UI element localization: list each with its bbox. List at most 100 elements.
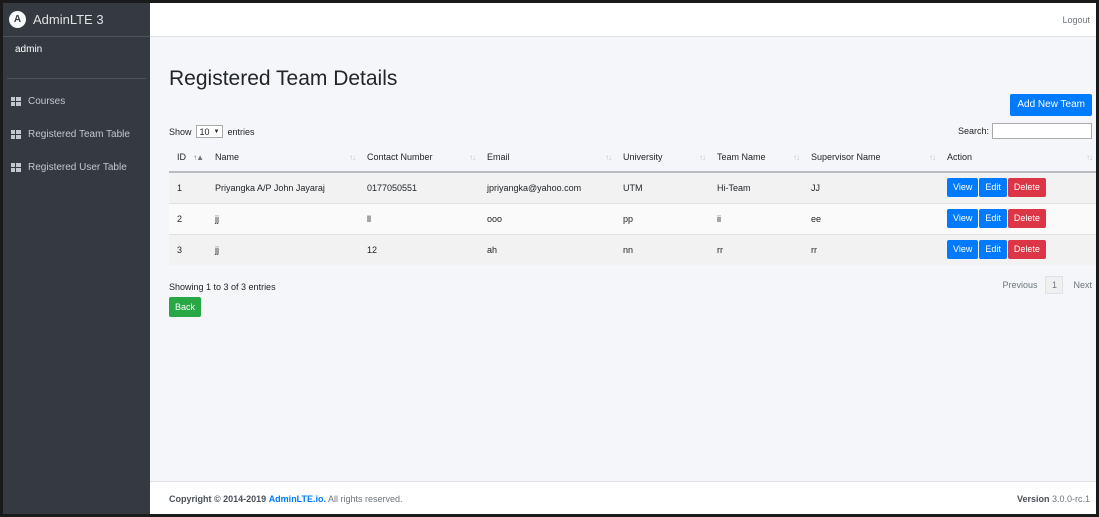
cell-name: jj bbox=[207, 233, 359, 265]
rights-text: All rights reserved. bbox=[328, 494, 403, 504]
cell-university: pp bbox=[615, 202, 709, 234]
search-input[interactable] bbox=[992, 123, 1092, 139]
cell-name: Priyangka A/P John Jayaraj bbox=[215, 182, 325, 193]
sidebar-item-registered-user-table[interactable]: Registered User Table bbox=[3, 151, 150, 184]
length-control: Show 10 ▼ entries bbox=[169, 125, 255, 138]
copyright-text: Copyright © 2014-2019 bbox=[169, 494, 267, 504]
cell-actions: View Edit Delete bbox=[939, 202, 1096, 234]
sidebar: A AdminLTE 3 admin Courses Registered Te… bbox=[3, 3, 150, 514]
sidebar-item-label: Registered User Table bbox=[28, 162, 127, 173]
column-label: Email bbox=[487, 152, 510, 162]
table-icon bbox=[11, 97, 21, 106]
pagination: Previous 1 Next bbox=[994, 276, 1092, 294]
column-label: Team Name bbox=[717, 152, 766, 162]
view-button[interactable]: View bbox=[947, 178, 979, 198]
column-header-university[interactable]: University ↑↓ bbox=[615, 143, 709, 173]
page-number-button[interactable]: 1 bbox=[1045, 276, 1064, 294]
sort-icon: ↑↓ bbox=[699, 153, 706, 162]
column-label: Name bbox=[215, 152, 240, 162]
cell-team-name: Hi-Team bbox=[717, 182, 751, 193]
sidebar-item-label: Courses bbox=[28, 96, 66, 107]
column-label: Action bbox=[947, 152, 973, 162]
version-label: Version bbox=[1016, 494, 1050, 504]
column-header-name[interactable]: Name ↑↓ bbox=[207, 143, 359, 173]
add-new-team-button[interactable]: Add New Team bbox=[1010, 94, 1092, 116]
edit-button[interactable]: Edit bbox=[979, 209, 1007, 228]
table-row: 3 jj 12 ah nn rr rr View Edit Delete bbox=[169, 233, 1096, 265]
table-header-row: ID ↑▲ Name ↑↓ Contact Number ↑↓ Email ↑↓ Uni… bbox=[169, 143, 1096, 173]
table-info: Showing 1 to 3 of 3 entries bbox=[169, 282, 276, 292]
length-value: 10 bbox=[199, 126, 210, 137]
sort-icon: ↑↓ bbox=[349, 153, 356, 162]
cell-university: nn bbox=[615, 233, 709, 265]
edit-button[interactable]: Edit bbox=[979, 240, 1007, 260]
view-button[interactable]: View bbox=[947, 240, 979, 260]
cell-email: ah bbox=[479, 233, 615, 265]
table-row: 2 jj ll ooo pp ii ee View Edit Delete bbox=[169, 202, 1096, 234]
main-content: Registered Team Details Add New Team Sho… bbox=[150, 37, 1096, 481]
brand-name: AdminLTE 3 bbox=[33, 12, 104, 27]
cell-contact-number: 12 bbox=[359, 233, 479, 265]
column-header-email[interactable]: Email ↑↓ bbox=[479, 143, 615, 173]
delete-button[interactable]: Delete bbox=[1007, 209, 1046, 228]
cell-actions: View Edit Delete bbox=[939, 172, 1096, 203]
sidebar-nav: Courses Registered Team Table Registered… bbox=[3, 85, 150, 184]
sidebar-item-label: Registered Team Table bbox=[28, 129, 130, 140]
column-header-team-name[interactable]: Team Name ↑↓ bbox=[709, 143, 803, 173]
column-header-action[interactable]: Action ↑↓ bbox=[939, 143, 1096, 173]
sort-icon: ↑↓ bbox=[929, 153, 936, 162]
cell-email: jpriyangka@yahoo.com bbox=[487, 182, 582, 193]
show-label: Show bbox=[169, 126, 192, 137]
table-row: 1 Priyangka A/P John Jayaraj 0177050551 … bbox=[169, 172, 1096, 203]
cell-id: 2 bbox=[169, 202, 207, 234]
search-label: Search: bbox=[957, 126, 989, 136]
column-header-contact-number[interactable]: Contact Number ↑↓ bbox=[359, 143, 479, 173]
back-button[interactable]: Back bbox=[169, 297, 202, 317]
cell-supervisor-name: ee bbox=[803, 202, 939, 234]
app-window: A AdminLTE 3 admin Courses Registered Te… bbox=[3, 3, 1096, 514]
next-page-button[interactable]: Next bbox=[1063, 280, 1092, 290]
entries-label: entries bbox=[227, 126, 255, 137]
sort-icon: ↑↓ bbox=[1086, 153, 1093, 162]
cell-email: ooo bbox=[479, 202, 615, 234]
page-title: Registered Team Details bbox=[169, 67, 398, 90]
sidebar-item-registered-team-table[interactable]: Registered Team Table bbox=[3, 118, 150, 151]
column-label: University bbox=[623, 152, 663, 162]
footer: Copyright © 2014-2019 AdminLTE.io. All r… bbox=[150, 481, 1096, 514]
column-header-supervisor-name[interactable]: Supervisor Name ↑↓ bbox=[803, 143, 939, 173]
brand-link[interactable]: A AdminLTE 3 bbox=[3, 3, 150, 37]
version-number: 3.0.0-rc.1 bbox=[1051, 494, 1090, 504]
sort-icon: ↑↓ bbox=[605, 153, 612, 162]
cell-supervisor-name: JJ bbox=[811, 182, 820, 193]
logo-icon: A bbox=[9, 11, 26, 28]
table-icon bbox=[11, 130, 21, 139]
sort-asc-icon: ↑▲ bbox=[193, 153, 204, 162]
view-button[interactable]: View bbox=[947, 209, 979, 228]
teams-table: ID ↑▲ Name ↑↓ Contact Number ↑↓ Email ↑↓ Uni… bbox=[169, 143, 1096, 265]
table-icon bbox=[11, 163, 21, 172]
adminlte-link[interactable]: AdminLTE.io. bbox=[269, 494, 326, 504]
entries-length-select[interactable]: 10 ▼ bbox=[195, 125, 224, 138]
cell-supervisor-name: rr bbox=[803, 233, 939, 265]
version-info: Version 3.0.0-rc.1 bbox=[1017, 494, 1090, 504]
column-label: ID bbox=[177, 152, 186, 162]
column-label: Contact Number bbox=[367, 152, 433, 162]
edit-button[interactable]: Edit bbox=[979, 178, 1007, 198]
cell-university: UTM bbox=[623, 182, 643, 193]
delete-button[interactable]: Delete bbox=[1007, 178, 1046, 198]
logout-link[interactable]: Logout bbox=[1062, 15, 1090, 25]
previous-page-button[interactable]: Previous bbox=[994, 280, 1045, 290]
cell-contact-number: 0177050551 bbox=[367, 182, 418, 193]
cell-team-name: rr bbox=[709, 233, 803, 265]
delete-button[interactable]: Delete bbox=[1007, 240, 1046, 260]
cell-team-name: ii bbox=[709, 202, 803, 234]
cell-contact-number: ll bbox=[359, 202, 479, 234]
user-name[interactable]: admin bbox=[15, 44, 42, 71]
search-control: Search: bbox=[958, 123, 1092, 139]
sidebar-item-courses[interactable]: Courses bbox=[3, 85, 150, 118]
column-label: Supervisor Name bbox=[811, 152, 881, 162]
copyright: Copyright © 2014-2019 AdminLTE.io. All r… bbox=[169, 494, 403, 504]
top-navbar: Logout bbox=[150, 3, 1096, 37]
user-panel: admin bbox=[7, 37, 146, 79]
column-header-id[interactable]: ID ↑▲ bbox=[169, 143, 207, 173]
